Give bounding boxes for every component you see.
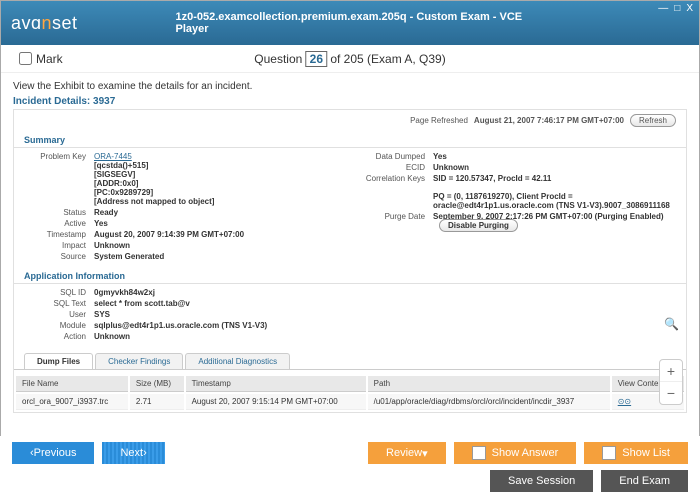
show-answer-button[interactable]: Show Answer [454, 442, 577, 464]
content-area: View the Exhibit to examine the details … [1, 73, 699, 443]
dump-files-table: File NameSize (MB)TimestampPathView Cont… [14, 374, 686, 412]
table-row[interactable]: orcl_ora_9007_i3937.trc2.71August 20, 20… [16, 394, 684, 410]
refresh-time: August 21, 2007 7:46:17 PM GMT+07:00 [474, 116, 624, 125]
tab-additional-diagnostics[interactable]: Additional Diagnostics [185, 353, 290, 369]
window-title: 1z0-052.examcollection.premium.exam.205q… [176, 11, 525, 35]
refresh-button[interactable]: Refresh [630, 114, 676, 127]
zoom-in-button[interactable]: + [660, 360, 682, 382]
logo: avɑnset [11, 13, 78, 34]
magnify-icon[interactable]: 🔍 [664, 317, 679, 331]
next-button[interactable]: Next › [102, 442, 164, 464]
minimize-icon[interactable]: — [658, 3, 668, 14]
maximize-icon[interactable]: □ [674, 3, 680, 14]
mark-checkbox[interactable] [19, 52, 32, 65]
incident-heading: Incident Details: 3937 [13, 96, 687, 107]
zoom-out-button[interactable]: − [660, 382, 682, 404]
save-session-button[interactable]: Save Session [490, 470, 593, 492]
close-icon[interactable]: X [686, 3, 693, 14]
view-contents-link[interactable]: ⊙⊙ [618, 397, 631, 406]
mark-label: Mark [36, 52, 63, 66]
tab-checker-findings[interactable]: Checker Findings [95, 353, 183, 369]
disable-purging-button[interactable]: Disable Purging [439, 219, 518, 232]
previous-button[interactable]: ‹ Previous [12, 442, 94, 464]
instruction-text: View the Exhibit to examine the details … [13, 81, 687, 92]
question-number: 26 [306, 51, 327, 67]
refresh-label: Page Refreshed [410, 116, 468, 125]
problem-key-link[interactable]: ORA-7445 [94, 152, 132, 161]
appinfo-heading: Application Information [14, 269, 686, 284]
show-list-button[interactable]: Show List [584, 442, 688, 464]
review-button[interactable]: Review ▾ [368, 442, 446, 464]
summary-heading: Summary [14, 133, 686, 148]
end-exam-button[interactable]: End Exam [601, 470, 688, 492]
question-bar: Mark Question 26 of 205 (Exam A, Q39) [1, 45, 699, 73]
tab-dump-files[interactable]: Dump Files [24, 353, 93, 369]
titlebar: avɑnset 1z0-052.examcollection.premium.e… [1, 1, 699, 45]
